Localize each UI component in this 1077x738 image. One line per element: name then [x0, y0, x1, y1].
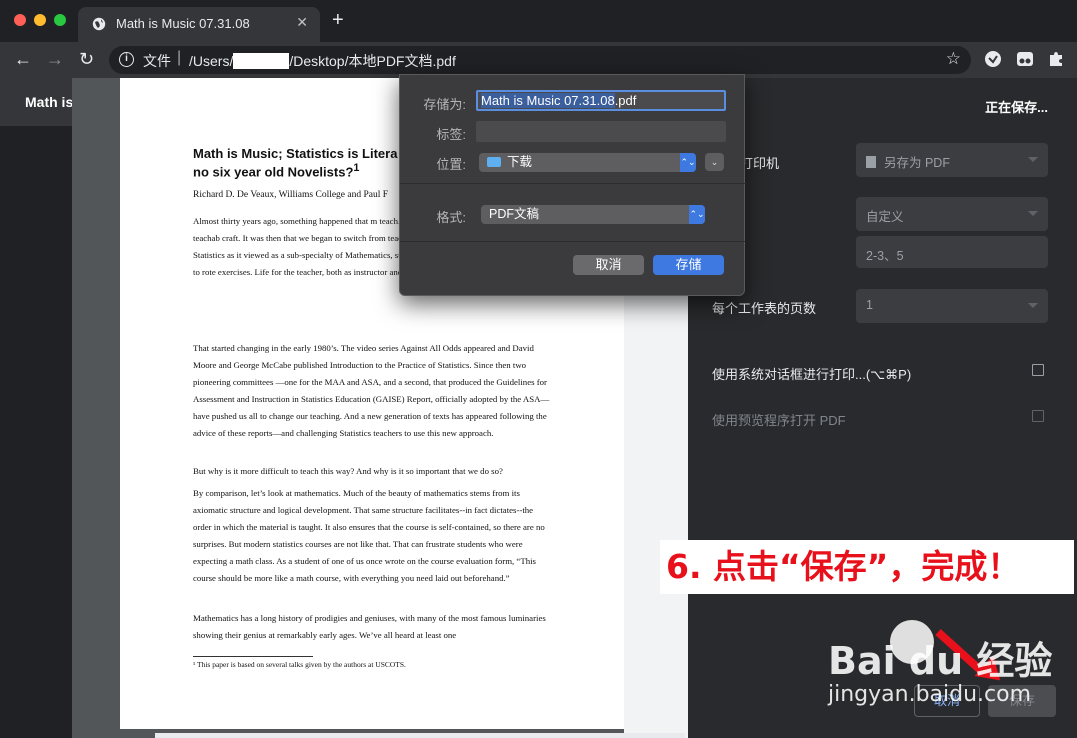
where-label: 位置: [436, 157, 466, 172]
updown-arrows-icon: ⌃⌄ [680, 153, 696, 172]
footnote-rule [193, 656, 313, 657]
document-footnote: ¹ This paper is based on several talks g… [193, 660, 406, 669]
document-title-sup: 1 [353, 162, 360, 174]
new-tab-button[interactable]: + [332, 10, 344, 30]
open-external-icon [1032, 410, 1044, 422]
close-window-button[interactable] [14, 14, 26, 26]
omnibox-separator: | [177, 49, 182, 66]
page-header: Math is [0, 78, 74, 126]
chevron-down-icon [1028, 157, 1038, 162]
save-as-label: 存储为: [423, 97, 466, 112]
tab-title: Math is Music 07.31.08 [116, 16, 250, 31]
dialog-cancel-button[interactable]: 取消 [573, 255, 644, 275]
system-dialog-link-label: 使用系统对话框进行打印...(⌥⌘P) [712, 367, 912, 382]
where-value: 下载 [507, 155, 533, 169]
close-tab-icon[interactable]: ✕ [296, 14, 308, 31]
dialog-save-button[interactable]: 存储 [653, 255, 724, 275]
globe-icon [92, 17, 106, 31]
tutorial-annotation: 6. 点击“保存”，完成！ [660, 540, 1074, 594]
document-authors: Richard D. De Veaux, Williams College an… [193, 190, 389, 200]
document-title-line1: Math is Music; Statistics is Litera [193, 146, 398, 161]
destination-select[interactable]: 另存为 PDF [856, 143, 1048, 177]
pages-select[interactable]: 自定义 [856, 197, 1048, 231]
url-text: /Users/ /Desktop/本地PDF文档.pdf [189, 51, 456, 71]
filename-extension: .pdf [614, 93, 637, 108]
pages-per-sheet-select[interactable]: 1 [856, 289, 1048, 323]
zoom-window-button[interactable] [54, 14, 66, 26]
saving-status: 正在保存... [985, 100, 1048, 115]
document-paragraph: Mathematics has a long history of prodig… [193, 613, 546, 640]
chevron-down-icon [1028, 211, 1038, 216]
save-dialog: 存储为: Math is Music 07.31.08.pdf 标签: 位置: … [399, 74, 746, 296]
destination-value: 另存为 PDF [884, 156, 950, 170]
url-suffix: /Desktop/本地PDF文档.pdf [289, 53, 456, 69]
open-in-preview-label: 使用预览程序打开 PDF [712, 413, 846, 428]
chevron-down-icon [1028, 303, 1038, 308]
back-button[interactable]: ← [14, 49, 32, 69]
pages-input-value: 2-3、5 [866, 249, 904, 263]
bookmark-star-icon[interactable]: ☆ [946, 49, 961, 69]
pages-per-sheet-label: 每个工作表的页数 [712, 301, 817, 316]
format-value: PDF文稿 [489, 207, 540, 221]
tags-label: 标签: [436, 127, 466, 142]
forward-button[interactable]: → [46, 49, 64, 69]
page-background [0, 78, 72, 738]
filename-selected-text: Math is Music 07.31.08 [481, 93, 615, 108]
redacted-username [233, 53, 290, 69]
format-popup[interactable]: PDF文稿 ⌃⌄ [481, 205, 705, 224]
open-external-icon [1032, 364, 1044, 376]
pages-value: 自定义 [866, 210, 904, 224]
watermark-url: jingyan.baidu.com [828, 682, 1032, 707]
page-header-title: Math is [25, 94, 74, 110]
title-bar: Math is Music 07.31.08 ✕ + [0, 0, 1077, 42]
updown-arrows-icon: ⌃⌄ [689, 205, 705, 224]
watermark-brand: Bai du 经验 [828, 639, 1053, 683]
document-paragraph: That started changing in the early 1980’… [193, 343, 550, 438]
pages-input[interactable]: 2-3、5 [856, 236, 1048, 268]
address-bar[interactable]: i 文件 | /Users/ /Desktop/本地PDF文档.pdf ☆ [109, 46, 971, 74]
tags-input[interactable] [476, 121, 726, 142]
where-popup[interactable]: 下载 ⌃⌄ [479, 153, 696, 172]
format-label: 格式: [436, 210, 466, 225]
document-paragraph: By comparison, let’s look at mathematics… [193, 488, 545, 583]
file-scheme-label: 文件 [143, 53, 171, 69]
document-title-line2: no six year old Novelists? [193, 164, 354, 180]
pages-per-sheet-value: 1 [866, 298, 873, 312]
folder-icon [487, 157, 501, 167]
minimize-window-button[interactable] [34, 14, 46, 26]
info-icon[interactable]: i [119, 52, 134, 67]
expand-dialog-button[interactable]: ⌄ [705, 153, 724, 171]
preview-scroll-edge [155, 733, 685, 738]
destination-label: 打印机 [740, 156, 780, 171]
system-dialog-link[interactable]: 使用系统对话框进行打印...(⌥⌘P) [712, 364, 1048, 383]
dialog-divider [400, 241, 746, 242]
document-paragraph: But why is it more difficult to teach th… [193, 466, 503, 476]
reload-button[interactable]: ↻ [79, 49, 94, 69]
url-prefix: /Users/ [189, 53, 234, 69]
dialog-divider [400, 183, 746, 184]
extensions-puzzle-icon[interactable] [1047, 50, 1065, 68]
tab-math-is-music[interactable]: Math is Music 07.31.08 ✕ [78, 7, 320, 42]
extension-reader-icon[interactable] [1016, 50, 1034, 68]
filename-input[interactable]: Math is Music 07.31.08.pdf [476, 90, 726, 111]
extension-shield-icon[interactable] [984, 50, 1002, 68]
open-in-preview-link[interactable]: 使用预览程序打开 PDF [712, 410, 1048, 429]
browser-toolbar: ← → ↻ i 文件 | /Users/ /Desktop/本地PDF文档.pdf… [0, 42, 1077, 78]
document-icon [866, 156, 876, 168]
